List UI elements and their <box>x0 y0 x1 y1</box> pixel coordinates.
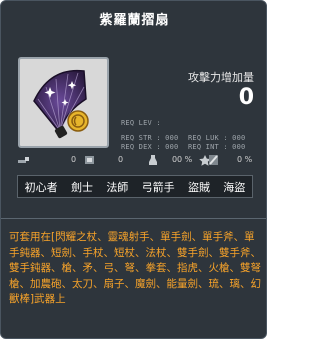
req-luk: REQ LUK : <box>188 134 228 142</box>
job-pirate: 海盜 <box>223 180 246 194</box>
potion-icon <box>149 155 157 165</box>
item-image-frame <box>18 57 109 148</box>
stat-value-4: 0 % <box>177 155 193 164</box>
stat-value: 0 <box>238 85 254 110</box>
item-name: 紫羅蘭摺扇 <box>99 13 170 28</box>
stat-label: 攻擊力增加量 <box>188 71 254 84</box>
job-beginner: 初心者 <box>24 180 58 194</box>
sword-icon <box>18 157 29 163</box>
job-warrior: 劍士 <box>70 180 93 194</box>
item-tooltip: 紫羅蘭摺扇 攻擊力增加量 0 REQ LEV: REQ STR: 000 R… <box>0 0 267 339</box>
req-int-value: 000 <box>232 143 246 151</box>
req-lev: REQ LEV : <box>121 119 161 127</box>
stat-value-2: 0 <box>118 155 124 164</box>
req-int: REQ INT : <box>188 143 228 151</box>
slash-icon <box>209 155 218 165</box>
shield-icon <box>85 156 94 164</box>
icon-stats-row: 0 0 0 0 % 0 % <box>17 154 253 168</box>
req-dex: REQ DEX : <box>121 143 161 151</box>
req-str-value: 000 <box>165 134 179 142</box>
job-thief: 盜賊 <box>187 180 210 194</box>
job-magician: 法師 <box>106 180 129 194</box>
fan-icon <box>33 69 89 139</box>
item-description: 可套用在[閃耀之杖、靈魂射手、單手劍、單手斧、單手鈍器、短劍、手杖、短杖、法杖、… <box>9 231 261 305</box>
job-requirements-bar: 初心者 劍士 法師 弓箭手 盜賊 海盜 <box>17 175 253 198</box>
job-bowman: 弓箭手 <box>141 180 175 194</box>
req-dex-value: 000 <box>165 143 179 151</box>
divider <box>1 218 266 219</box>
stat-value-1: 0 <box>71 155 77 164</box>
req-str: REQ STR : <box>121 134 161 142</box>
stat-value-5: 0 % <box>237 155 253 164</box>
req-luk-value: 000 <box>232 134 246 142</box>
